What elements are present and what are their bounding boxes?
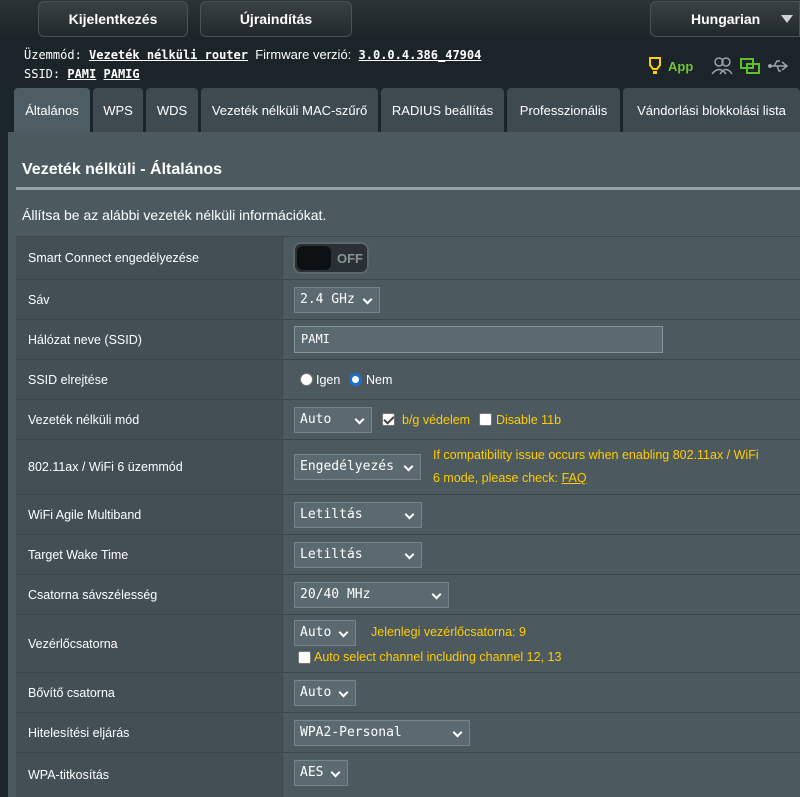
row-label: Target Wake Time [16,535,282,574]
chevron-down-icon [781,15,793,23]
band-select[interactable]: 2.4 GHz [294,287,380,313]
chevron-down-icon [403,461,414,472]
title-divider [16,187,800,190]
row-label: 802.11ax / WiFi 6 üzemmód [16,440,282,494]
app-bulb-icon[interactable] [648,56,662,76]
bg-protection-checkbox[interactable] [382,413,395,426]
bg-protection-label: b/g védelem [402,413,471,427]
chevron-down-icon [338,687,349,698]
row-label: Vezeték nélküli mód [16,400,282,439]
faq-link[interactable]: FAQ [562,471,587,485]
row-label: Vezérlőcsatorna [16,615,282,672]
row-label: WiFi Agile Multiband [16,495,282,534]
ssid-link-2[interactable]: PAMIG [104,67,140,81]
network-monitor-icon[interactable] [739,56,761,76]
page-title: Vezeték nélküli - Általános [22,161,223,178]
chevron-down-icon [404,509,415,520]
chevron-down-icon [338,627,349,638]
mode-link[interactable]: Vezeték nélküli router [89,48,248,62]
row-ax-mode: 802.11ax / WiFi 6 üzemmód Engedélyezés I… [16,439,800,494]
wpa-encryption-select[interactable]: AES [294,760,348,786]
ax-note-line2: 6 mode, please check: FAQ [433,471,587,485]
ax-note: If compatibility issue occurs when enabl… [433,448,759,462]
row-label: Csatorna sávszélesség [16,575,282,614]
ssid-input[interactable]: PAMI [294,326,663,353]
chevron-down-icon [404,549,415,560]
row-control-channel: Vezérlőcsatorna Auto Jelenlegi vezérlőcs… [16,614,800,672]
control-channel-select[interactable]: Auto [294,620,356,646]
row-label: WPA-titkosítás [16,753,282,797]
extension-channel-select[interactable]: Auto [294,680,356,706]
row-label: Hitelesítési eljárás [16,713,282,752]
chevron-down-icon [452,727,463,738]
target-wake-time-select[interactable]: Letiltás [294,542,422,568]
language-label: Hungarian [691,11,761,27]
tab-radius[interactable]: RADIUS beállítás [381,88,504,132]
auto-select-channel-checkbox[interactable] [298,651,311,664]
bandwidth-select[interactable]: 20/40 MHz [294,582,449,608]
status-strip: Üzemmód: Vezeték nélküli router Firmware… [0,40,800,86]
tab-roaming-blocklist[interactable]: Vándorlási blokkolási lista [623,88,800,132]
radio-label: Nem [366,373,393,387]
hide-ssid-yes-radio[interactable] [300,373,313,386]
tab-professional[interactable]: Professzionális [507,88,620,132]
ssid-label: SSID: [24,67,61,81]
auto-select-channel-label: Auto select channel including channel 12… [314,650,562,664]
tab-general[interactable]: Általános [14,88,90,132]
chevron-down-icon [354,414,365,425]
row-hide-ssid: SSID elrejtése Igen Nem [16,359,800,399]
row-ssid: Hálózat neve (SSID) PAMI [16,319,800,359]
row-smart-connect: Smart Connect engedélyezése OFF [16,236,800,279]
language-select[interactable]: Hungarian [650,1,800,37]
ssid-link-1[interactable]: PAMI [67,67,96,81]
row-label: Smart Connect engedélyezése [16,237,282,279]
tab-wps[interactable]: WPS [93,88,143,132]
tab-wds[interactable]: WDS [146,88,198,132]
reboot-button[interactable]: Újraindítás [200,1,352,37]
ax-mode-select[interactable]: Engedélyezés [294,454,421,480]
app-label[interactable]: App [668,59,693,74]
firmware-label: Firmware verzió: [255,47,352,62]
current-channel-text: Jelenlegi vezérlőcsatorna: 9 [371,625,526,639]
disable-11b-checkbox[interactable] [479,413,492,426]
row-label: Sáv [16,280,282,319]
hide-ssid-no-radio[interactable] [349,373,362,386]
row-label: Bővítő csatorna [16,673,282,712]
disable-11b-label: Disable 11b [496,413,562,427]
page-description: Állítsa be az alábbi vezeték nélküli inf… [22,207,327,223]
row-label: Hálózat neve (SSID) [16,320,282,359]
row-target-wake-time: Target Wake Time Letiltás [16,534,800,574]
tab-mac-filter[interactable]: Vezeték nélküli MAC-szűrő [201,88,378,132]
chevron-down-icon [431,589,442,600]
status-icons: App [648,56,789,76]
row-band: Sáv 2.4 GHz [16,279,800,319]
logout-button[interactable]: Kijelentkezés [38,1,188,37]
row-agile-multiband: WiFi Agile Multiband Letiltás [16,494,800,534]
firmware-link[interactable]: 3.0.0.4.386_47904 [359,48,482,62]
top-bar: Kijelentkezés Újraindítás Hungarian [0,0,800,40]
row-bandwidth: Csatorna sávszélesség 20/40 MHz [16,574,800,614]
auth-method-select[interactable]: WPA2-Personal [294,720,470,746]
chevron-down-icon [362,294,373,305]
row-extension-channel: Bővítő csatorna Auto [16,672,800,712]
chevron-down-icon [330,767,341,778]
row-label: SSID elrejtése [16,360,282,399]
row-wireless-mode: Vezeték nélküli mód Auto b/g védelem Dis… [16,399,800,439]
row-wpa-encryption: WPA-titkosítás AES [16,752,800,797]
agile-multiband-select[interactable]: Letiltás [294,502,422,528]
clients-icon[interactable] [711,56,733,76]
radio-label: Igen [316,373,341,387]
smart-connect-toggle[interactable]: OFF [293,242,369,274]
wireless-mode-select[interactable]: Auto [294,407,372,433]
mode-label: Üzemmód: [24,48,82,62]
usb-icon[interactable] [767,56,789,76]
row-auth-method: Hitelesítési eljárás WPA2-Personal [16,712,800,752]
